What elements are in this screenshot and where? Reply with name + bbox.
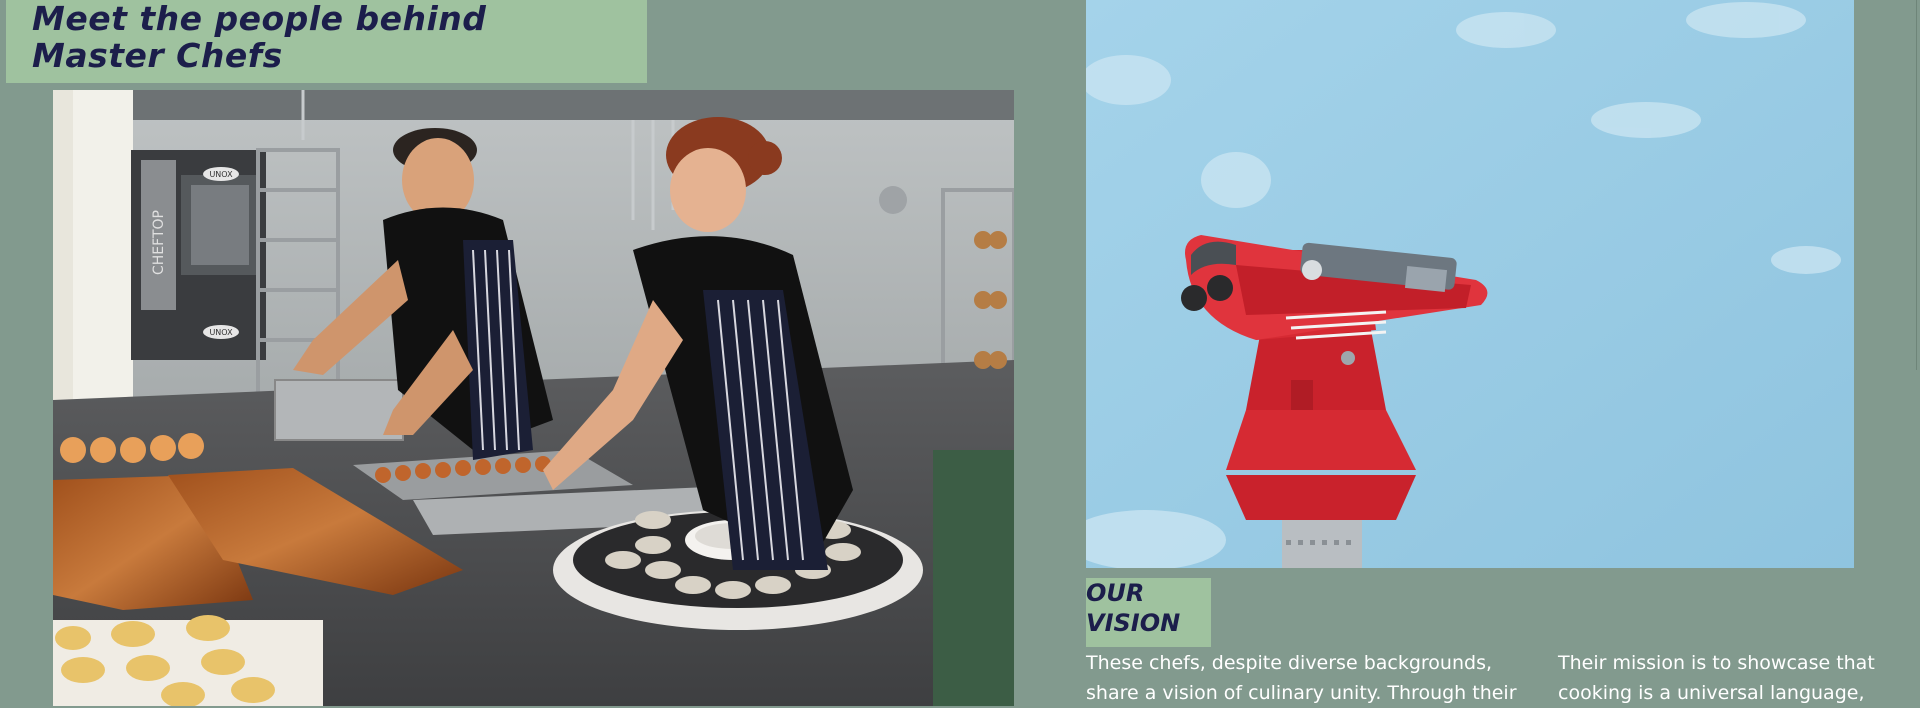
oven-brand-bottom: UNOX (209, 328, 233, 337)
page-title-line-2: Master Chefs (32, 36, 283, 75)
oven-brand-top: UNOX (209, 170, 233, 179)
oven-side-label: CHEFTOP (151, 210, 167, 275)
page-edge-divider (1916, 0, 1917, 370)
vision-heading-line-2: VISION (1086, 609, 1181, 637)
oven: UNOX UNOX CHEFTOP (131, 150, 266, 360)
page-title-line-1: Meet the people behind (32, 0, 487, 38)
vision-paragraph-1: These chefs, despite diverse backgrounds… (1086, 652, 1517, 704)
vision-paragraph-2: Their mission is to showcase that cookin… (1558, 652, 1875, 704)
vision-heading-line-1: OUR (1086, 579, 1145, 607)
page-title: Meet the people behind Master Chefs (32, 0, 486, 74)
binocular-viewer-photo (1086, 0, 1854, 568)
vision-heading: OUR VISION (1086, 578, 1206, 638)
chefs-kitchen-photo: UNOX UNOX CHEFTOP (53, 90, 1014, 706)
